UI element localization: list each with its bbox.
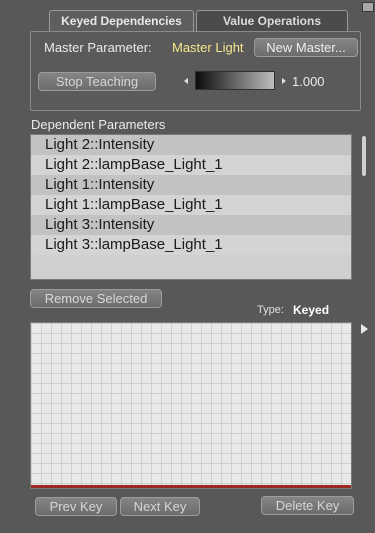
key-graph[interactable] xyxy=(30,322,352,489)
stop-teaching-button[interactable]: Stop Teaching xyxy=(38,72,156,91)
bottom-strip xyxy=(0,518,370,533)
master-parameter-value: Master Light xyxy=(172,40,244,55)
list-item[interactable]: Light 2::Intensity xyxy=(31,135,351,155)
expand-arrow-icon[interactable] xyxy=(361,324,368,334)
list-item[interactable]: Light 1::Intensity xyxy=(31,175,351,195)
list-item[interactable]: Light 3::Intensity xyxy=(31,215,351,235)
value-dial[interactable] xyxy=(195,71,275,90)
new-master-button[interactable]: New Master... xyxy=(254,38,358,57)
remove-selected-button[interactable]: Remove Selected xyxy=(30,289,162,308)
list-item[interactable]: Light 2::lampBase_Light_1 xyxy=(31,155,351,175)
dial-right-arrow-icon[interactable] xyxy=(282,78,286,84)
next-key-button[interactable]: Next Key xyxy=(120,497,200,516)
tab-value-operations[interactable]: Value Operations xyxy=(196,10,348,32)
graph-baseline xyxy=(31,485,351,488)
master-parameter-label: Master Parameter: xyxy=(44,40,152,55)
dial-value: 1.000 xyxy=(292,74,325,89)
dial-left-arrow-icon[interactable] xyxy=(184,78,188,84)
tab-keyed-dependencies[interactable]: Keyed Dependencies xyxy=(49,10,194,32)
type-value: Keyed xyxy=(293,303,330,317)
delete-key-button[interactable]: Delete Key xyxy=(261,496,354,515)
list-scrollbar[interactable] xyxy=(362,136,366,176)
prev-key-button[interactable]: Prev Key xyxy=(35,497,117,516)
list-item[interactable]: Light 1::lampBase_Light_1 xyxy=(31,195,351,215)
type-label: Type: xyxy=(257,304,284,316)
list-item[interactable]: Light 3::lampBase_Light_1 xyxy=(31,235,351,255)
dependent-parameters-list[interactable]: Light 2::Intensity Light 2::lampBase_Lig… xyxy=(30,134,352,280)
dependent-parameters-label: Dependent Parameters xyxy=(31,117,166,132)
panel-corner-button[interactable] xyxy=(362,2,374,12)
